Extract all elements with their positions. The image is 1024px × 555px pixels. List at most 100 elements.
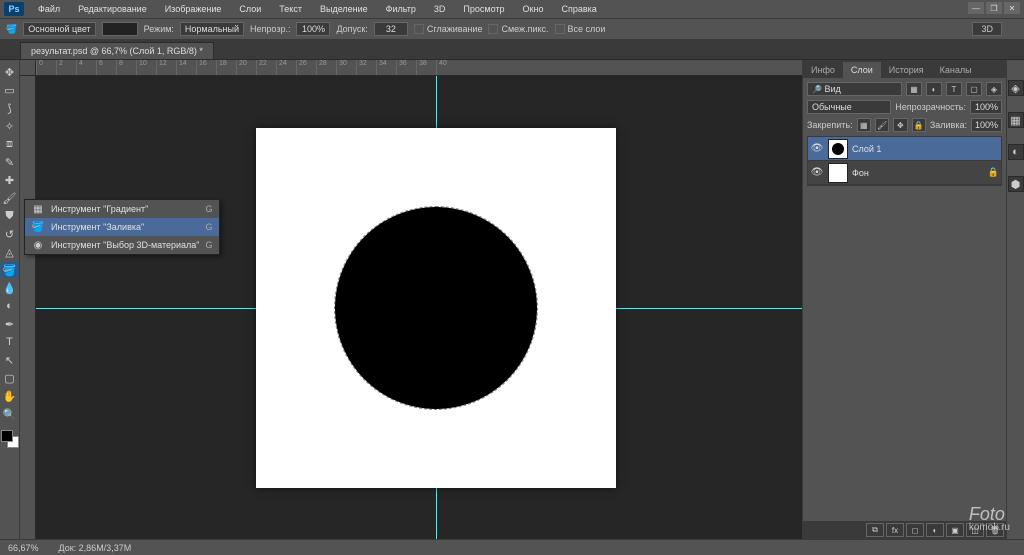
tab-info[interactable]: Инфо	[803, 62, 843, 78]
workspace-switcher[interactable]: 3D	[972, 22, 1002, 36]
layer-opacity-input[interactable]: 100%	[970, 100, 1002, 114]
lock-transparency-icon[interactable]: ▦	[857, 118, 871, 132]
dock-swatches-icon[interactable]: ▦	[1008, 112, 1024, 128]
gradient-icon: ▦	[31, 202, 45, 216]
ruler-vertical[interactable]	[20, 76, 36, 539]
app-logo[interactable]: Ps	[4, 2, 24, 16]
filter-smart-icon[interactable]: ◈	[986, 82, 1002, 96]
layer-mask-icon[interactable]: ◻	[906, 523, 924, 537]
dock-styles-icon[interactable]: ⬢	[1008, 176, 1024, 192]
opacity-input[interactable]: 100%	[296, 22, 330, 36]
marquee-tool[interactable]: ▭	[1, 82, 19, 98]
dock-color-icon[interactable]: ◈	[1008, 80, 1024, 96]
menu-image[interactable]: Изображение	[157, 2, 230, 16]
ruler-origin[interactable]	[20, 60, 36, 76]
brush-tool[interactable]: 🖌	[1, 190, 19, 206]
eyedropper-tool[interactable]: ✎	[1, 154, 19, 170]
filter-adjust-icon[interactable]: ◐	[926, 82, 942, 96]
menu-type[interactable]: Текст	[271, 2, 310, 16]
layer-filter-dropdown[interactable]: 🔎 Вид	[807, 82, 902, 96]
layer-row[interactable]: 👁 Слой 1	[808, 137, 1001, 161]
visibility-icon[interactable]: 👁	[810, 142, 824, 156]
flyout-gradient[interactable]: ▦ Инструмент "Градиент" G	[25, 200, 219, 218]
crop-tool[interactable]: ⧈	[1, 136, 19, 152]
adjustment-layer-icon[interactable]: ◐	[926, 523, 944, 537]
visibility-icon[interactable]: 👁	[810, 166, 824, 180]
flyout-shortcut: G	[206, 240, 213, 250]
ruler-horizontal[interactable]: 0246810121416182022242628303234363840	[36, 60, 802, 76]
lock-position-icon[interactable]: ✥	[893, 118, 907, 132]
menu-file[interactable]: Файл	[30, 2, 68, 16]
pattern-swatch[interactable]	[102, 22, 138, 36]
antialias-checkbox[interactable]: Сглаживание	[414, 24, 483, 35]
group-icon[interactable]: ▣	[946, 523, 964, 537]
flyout-label: Инструмент "Градиент"	[51, 204, 200, 214]
flyout-bucket[interactable]: 🪣 Инструмент "Заливка" G	[25, 218, 219, 236]
layer-fx-icon[interactable]: fx	[886, 523, 904, 537]
panel-tabs: Инфо Слои История Каналы	[803, 60, 1006, 78]
heal-tool[interactable]: ✚	[1, 172, 19, 188]
pen-tool[interactable]: ✒	[1, 316, 19, 332]
lock-all-icon[interactable]: 🔒	[912, 118, 926, 132]
bucket-icon: 🪣	[31, 220, 45, 234]
canvas-viewport[interactable]	[36, 76, 802, 539]
filter-shape-icon[interactable]: ▢	[966, 82, 982, 96]
contiguous-checkbox[interactable]: Смеж.пикс.	[488, 24, 548, 35]
wand-tool[interactable]: ✧	[1, 118, 19, 134]
stamp-tool[interactable]: ⛊	[1, 208, 19, 224]
type-tool[interactable]: T	[1, 334, 19, 350]
menu-help[interactable]: Справка	[553, 2, 604, 16]
hand-tool[interactable]: ✋	[1, 388, 19, 404]
document-tab[interactable]: результат.psd @ 66,7% (Слой 1, RGB/8) *	[20, 42, 214, 59]
layer-thumb[interactable]	[828, 139, 848, 159]
document-canvas[interactable]	[256, 128, 616, 488]
tab-layers[interactable]: Слои	[843, 62, 881, 78]
filter-pixel-icon[interactable]: ▦	[906, 82, 922, 96]
foreground-color[interactable]	[1, 430, 13, 442]
window-controls: — ❐ ✕	[968, 2, 1020, 14]
eraser-tool[interactable]: ◬	[1, 244, 19, 260]
minimize-button[interactable]: —	[968, 2, 984, 14]
color-swatches[interactable]	[1, 430, 19, 448]
fill-opacity-input[interactable]: 100%	[971, 118, 1002, 132]
menu-select[interactable]: Выделение	[312, 2, 376, 16]
menu-view[interactable]: Просмотр	[455, 2, 512, 16]
lasso-tool[interactable]: ⟆	[1, 100, 19, 116]
tab-history[interactable]: История	[881, 62, 932, 78]
tab-channels[interactable]: Каналы	[932, 62, 980, 78]
layer-thumb[interactable]	[828, 163, 848, 183]
alllayers-checkbox[interactable]: Все слои	[555, 24, 606, 35]
maximize-button[interactable]: ❐	[986, 2, 1002, 14]
doc-info[interactable]: Док: 2,86М/3,37М	[59, 543, 132, 553]
dock-adjustments-icon[interactable]: ◐	[1008, 144, 1024, 160]
blur-tool[interactable]: 💧	[1, 280, 19, 296]
menu-window[interactable]: Окно	[515, 2, 552, 16]
menu-edit[interactable]: Редактирование	[70, 2, 155, 16]
tolerance-input[interactable]: 32	[374, 22, 408, 36]
layer-name[interactable]: Фон	[852, 168, 869, 178]
collapsed-dock: ◈ ▦ ◐ ⬢	[1006, 60, 1024, 539]
flyout-3dmaterial[interactable]: ◉ Инструмент "Выбор 3D-материала" G	[25, 236, 219, 254]
move-tool[interactable]: ✥	[1, 64, 19, 80]
path-tool[interactable]: ↖	[1, 352, 19, 368]
flyout-label: Инструмент "Выбор 3D-материала"	[51, 240, 200, 250]
zoom-level[interactable]: 66,67%	[8, 543, 39, 553]
lock-pixels-icon[interactable]: 🖌	[875, 118, 889, 132]
blend-mode-dropdown[interactable]: Обычные	[807, 100, 891, 114]
zoom-tool[interactable]: 🔍	[1, 406, 19, 422]
close-button[interactable]: ✕	[1004, 2, 1020, 14]
tolerance-label: Допуск:	[336, 24, 367, 34]
menu-layer[interactable]: Слои	[231, 2, 269, 16]
shape-tool[interactable]: ▢	[1, 370, 19, 386]
history-brush-tool[interactable]: ↺	[1, 226, 19, 242]
link-layers-icon[interactable]: ⧉	[866, 523, 884, 537]
fill-source-dropdown[interactable]: Основной цвет	[23, 22, 95, 36]
layer-name[interactable]: Слой 1	[852, 144, 881, 154]
mode-dropdown[interactable]: Нормальный	[180, 22, 244, 36]
dodge-tool[interactable]: ◐	[1, 298, 19, 314]
bucket-tool[interactable]: 🪣	[1, 262, 19, 278]
layer-row[interactable]: 👁 Фон 🔒	[808, 161, 1001, 185]
menu-filter[interactable]: Фильтр	[378, 2, 424, 16]
filter-type-icon[interactable]: T	[946, 82, 962, 96]
menu-3d[interactable]: 3D	[426, 2, 454, 16]
